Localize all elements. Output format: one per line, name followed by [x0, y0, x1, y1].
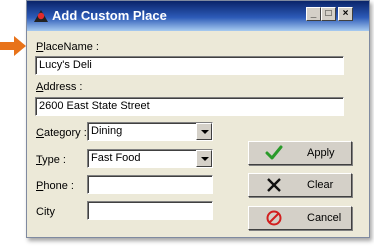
city-label: City	[36, 206, 55, 218]
clear-button[interactable]: Clear	[248, 173, 352, 197]
category-label: Category :	[36, 127, 87, 139]
chevron-down-icon[interactable]	[196, 123, 212, 140]
red-prohibited-icon	[266, 210, 282, 226]
minimize-button[interactable]: _	[306, 7, 321, 21]
clear-label: Clear	[307, 179, 334, 191]
type-select[interactable]: Fast Food	[87, 149, 213, 168]
black-x-icon	[267, 178, 281, 192]
address-label: Address :	[36, 81, 83, 93]
maximize-button[interactable]: □	[321, 7, 336, 21]
title-bar: Add Custom Place _ □ ×	[27, 1, 369, 31]
close-button[interactable]: ×	[338, 7, 353, 21]
apply-button[interactable]: Apply	[248, 141, 352, 165]
category-select[interactable]: Dining	[87, 122, 213, 141]
pointer-arrow-icon	[0, 36, 26, 56]
map-pin-icon	[34, 10, 48, 22]
phone-input[interactable]	[87, 175, 213, 194]
chevron-down-icon[interactable]	[196, 150, 212, 167]
cancel-button[interactable]: Cancel	[248, 206, 352, 230]
place-name-input[interactable]: Lucy's Deli	[35, 56, 344, 75]
add-custom-place-dialog: Add Custom Place _ □ × PlaceName : Lucy'…	[26, 0, 370, 238]
type-label: Type :	[36, 154, 66, 166]
type-value: Fast Food	[91, 152, 141, 164]
city-input[interactable]	[87, 201, 213, 220]
cancel-label: Cancel	[307, 212, 342, 224]
green-checkmark-icon	[265, 145, 283, 160]
place-name-label: PlaceName :	[36, 41, 99, 53]
phone-label: Phone :	[36, 180, 74, 192]
address-input[interactable]: 2600 East State Street	[35, 97, 344, 116]
window-title: Add Custom Place	[52, 8, 167, 23]
category-value: Dining	[91, 125, 123, 137]
apply-label: Apply	[307, 147, 335, 159]
